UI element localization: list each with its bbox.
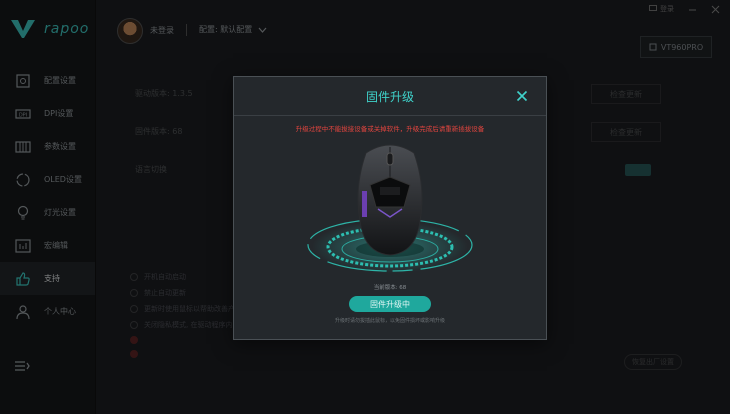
upgrade-hint: 升级时请勿拔插此鼠标，以免固件损坏或影响升级 xyxy=(334,318,445,324)
dialog-header: 固件升级 xyxy=(234,77,546,116)
close-icon[interactable] xyxy=(516,90,528,102)
warning-text: 升级过程中不能拔接设备或关掉软件，升级完成后请重新插拔设备 xyxy=(295,125,485,133)
firmware-upgrade-dialog: 固件升级 升级过程中不能拔接设备或关掉软件，升级完成后请重新插拔设备 当前版本:… xyxy=(233,76,547,340)
dialog-title: 固件升级 xyxy=(365,89,414,104)
firmware-upgrade-button[interactable]: 固件升级中 xyxy=(349,296,431,312)
mouse-illustration xyxy=(307,144,473,273)
current-firmware-version: 当前版本: 68 xyxy=(373,285,407,291)
app-window: rapoo 配置设置 DPI DPI设置 参数设置 OLED设置 灯光设置 宏编… xyxy=(0,0,730,414)
